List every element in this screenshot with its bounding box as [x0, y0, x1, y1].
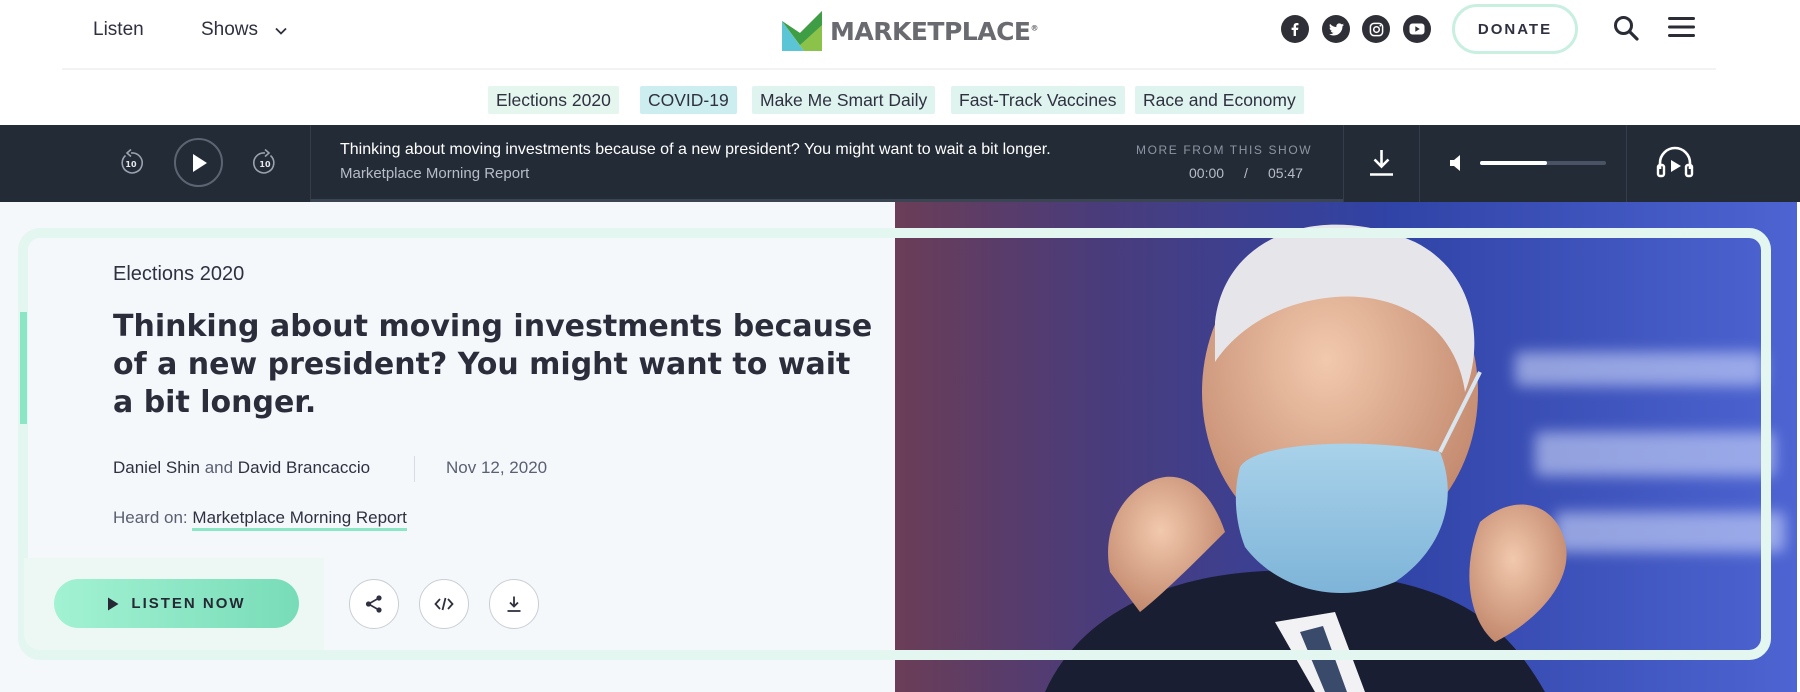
nav-divider [62, 68, 1716, 70]
player-episode-title: Thinking about moving investments becaus… [340, 141, 1051, 158]
twitter-icon[interactable] [1322, 15, 1350, 43]
player-show-name[interactable]: Marketplace Morning Report [340, 165, 529, 182]
author-link[interactable]: Daniel Shin [113, 458, 200, 477]
player-divider [1626, 125, 1627, 202]
donate-button[interactable]: DONATE [1452, 4, 1578, 54]
player-divider [1419, 125, 1420, 202]
hamburger-menu-icon[interactable] [1668, 16, 1695, 38]
accent-bar [20, 312, 27, 424]
heard-on-label: Heard on: [113, 508, 188, 527]
listen-live-button[interactable] [1656, 145, 1694, 179]
tag-make-me-smart-daily[interactable]: Make Me Smart Daily [752, 86, 936, 114]
tag-race-and-economy[interactable]: Race and Economy [1135, 86, 1304, 114]
audio-player: 10 10 Thinking about moving investments … [0, 125, 1800, 202]
article-download-button[interactable] [489, 579, 539, 629]
current-time: 00:00 [1189, 165, 1225, 181]
volume-slider-fill [1480, 161, 1547, 165]
volume-slider[interactable] [1480, 161, 1606, 165]
code-icon [434, 597, 454, 611]
listen-now-label: LISTEN NOW [131, 595, 246, 612]
headphones-play-icon [1656, 146, 1694, 178]
fast-forward-icon: 10 [253, 148, 275, 174]
heard-on: Heard on: Marketplace Morning Report [113, 508, 407, 531]
embed-button[interactable] [419, 579, 469, 629]
download-icon [507, 596, 521, 612]
logo-wordmark: MARKETPLACE® [830, 16, 1039, 46]
player-time: 00:00 / 05:47 [1189, 165, 1303, 181]
nav-shows-label: Shows [201, 19, 259, 41]
topic-tags: Elections 2020 COVID-19 Make Me Smart Da… [0, 86, 1800, 114]
heard-on-show-link[interactable]: Marketplace Morning Report [192, 508, 407, 531]
facebook-icon[interactable] [1281, 15, 1309, 43]
forward-10-button[interactable]: 10 [251, 147, 279, 179]
time-separator: / [1244, 165, 1248, 181]
player-divider [1343, 125, 1344, 202]
tag-fast-track-vaccines[interactable]: Fast-Track Vaccines [951, 86, 1125, 114]
rewind-seconds: 10 [125, 160, 137, 169]
play-button[interactable] [174, 138, 223, 187]
article-headline: Thinking about moving investments becaus… [113, 309, 873, 420]
rewind-10-button[interactable]: 10 [117, 147, 145, 179]
tag-elections-2020[interactable]: Elections 2020 [488, 86, 619, 114]
download-icon [1370, 150, 1393, 176]
share-button[interactable] [349, 579, 399, 629]
instagram-icon[interactable] [1362, 15, 1390, 43]
article-category-link[interactable]: Elections 2020 [113, 263, 244, 286]
marketplace-logo-icon [782, 11, 822, 51]
play-icon [108, 597, 119, 610]
author-link[interactable]: David Brancaccio [238, 458, 370, 477]
marketplace-logo[interactable]: MARKETPLACE® [782, 10, 1038, 52]
search-icon[interactable] [1613, 15, 1639, 41]
listen-now-button[interactable]: LISTEN NOW [54, 579, 299, 628]
byline-divider [414, 456, 415, 482]
tag-covid-19[interactable]: COVID-19 [640, 86, 737, 114]
nav-listen-link[interactable]: Listen [93, 14, 144, 46]
volume-button[interactable] [1449, 154, 1465, 172]
nav-shows-dropdown[interactable]: Shows [201, 14, 287, 46]
player-divider [310, 125, 311, 202]
duration: 05:47 [1267, 165, 1303, 181]
chevron-down-icon [275, 14, 287, 46]
youtube-icon[interactable] [1403, 15, 1431, 43]
player-download-button[interactable] [1368, 149, 1395, 177]
byline-and: and [204, 458, 234, 477]
top-navigation: Listen Shows MARKETPLACE® DONATE [0, 0, 1800, 68]
play-icon [192, 153, 207, 172]
forward-seconds: 10 [259, 160, 271, 169]
rewind-icon: 10 [121, 148, 143, 174]
share-icon [365, 595, 382, 613]
speaker-icon [1450, 155, 1460, 171]
article-date: Nov 12, 2020 [446, 458, 548, 477]
article-byline: Daniel Shin and David Brancaccio [113, 458, 370, 478]
more-from-this-show-link[interactable]: MORE FROM THIS SHOW [1136, 143, 1312, 157]
